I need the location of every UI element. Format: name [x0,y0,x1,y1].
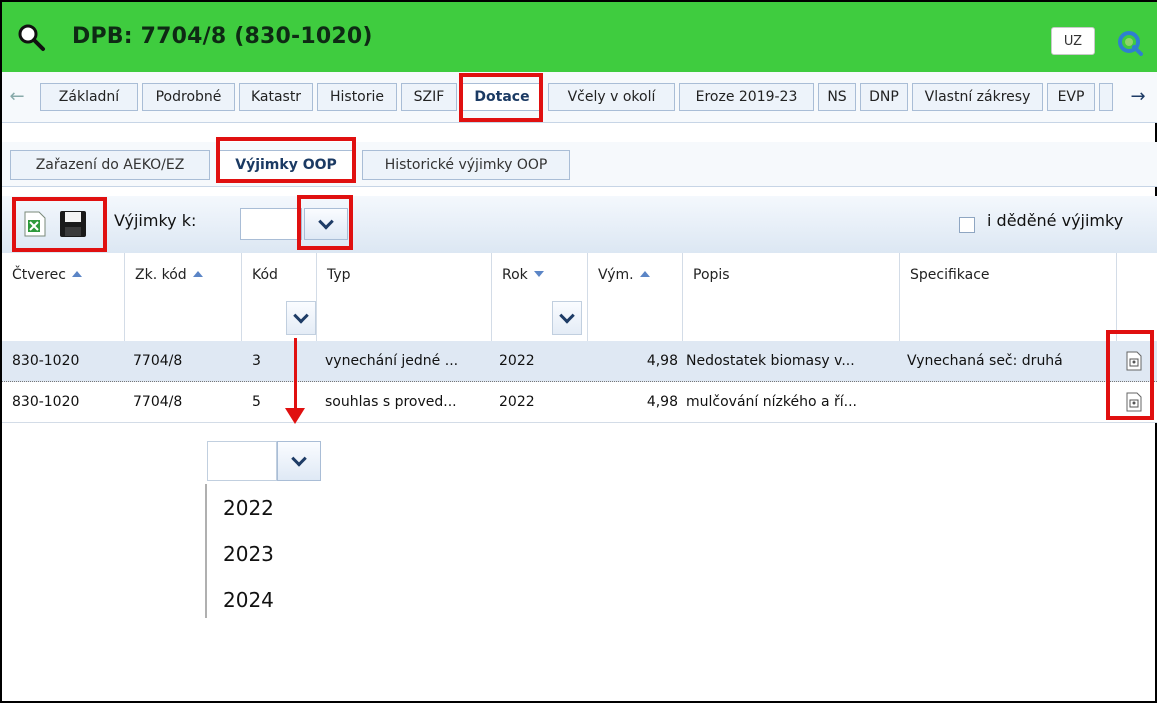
sort-ascending-icon [639,271,650,277]
cell-popis: mulčování nízkého a ří... [686,394,857,410]
tab-vlastni-zakresy[interactable]: Vlastní zákresy [912,83,1043,111]
tab-ns[interactable]: NS [818,83,856,111]
filter-kod[interactable] [242,297,317,341]
column-typ[interactable]: Typ [317,253,492,297]
column-rok[interactable]: Rok [492,253,588,297]
exceptions-for-label: Výjimky k: [114,211,197,230]
filter-rok-dropdown[interactable] [552,301,582,335]
cell-ctverec: 830-1020 [12,353,80,369]
filter-rok[interactable] [492,297,588,341]
page-title: DPB: 7704/8 (830-1020) [72,24,373,49]
refresh-icon[interactable] [1116,29,1144,57]
filter-ctverec[interactable] [2,297,125,341]
column-ctverec[interactable]: Čtverec [2,253,125,297]
sort-ascending-icon [192,271,203,277]
tab-eroze[interactable]: Eroze 2019-23 [679,83,814,111]
user-button[interactable]: UZ [1051,27,1095,55]
subtab-zarazeni[interactable]: Zařazení do AEKO/EZ [10,150,210,180]
year-dropdown-button-expanded[interactable] [277,441,321,481]
year-dropdown-input-expanded[interactable] [207,441,277,481]
highlight-vyjimky-subtab [216,137,356,183]
filter-popis[interactable] [683,297,900,341]
cell-ctverec: 830-1020 [12,394,80,410]
column-vym[interactable]: Vým. [588,253,683,297]
tab-szif[interactable]: SZIF [401,83,457,111]
tab-katastr[interactable]: Katastr [239,83,313,111]
annotation-arrow-head [285,408,305,424]
cell-typ: souhlas s proved... [325,394,457,410]
year-option-2022[interactable]: 2022 [223,496,274,520]
tab-historie[interactable]: Historie [317,83,397,111]
title-bar: DPB: 7704/8 (830-1020) UZ [2,2,1157,72]
cell-kod: 3 [252,353,261,369]
column-popis[interactable]: Popis [683,253,900,297]
column-specifikace[interactable]: Specifikace [900,253,1117,297]
subtab-historicke-vyjimky[interactable]: Historické výjimky OOP [362,150,570,180]
tab-scroll-left-icon[interactable]: ← [6,84,28,110]
cell-rok: 2022 [499,394,535,410]
filter-kod-dropdown[interactable] [286,301,316,335]
tab-vcely[interactable]: Včely v okolí [548,83,675,111]
toolbar: Výjimky k: i děděné výjimky [2,196,1157,254]
cell-rok: 2022 [499,353,535,369]
cell-typ: vynechání jedné ... [325,353,459,369]
table-row[interactable]: 830-1020 7704/8 5 souhlas s proved... 20… [2,382,1157,423]
tab-scroll-right-icon[interactable]: → [1127,84,1149,110]
cell-popis: Nedostatek biomasy v... [686,353,855,369]
tab-zakladni[interactable]: Základní [40,83,138,111]
filter-specifikace[interactable] [900,297,1117,341]
sort-ascending-icon [71,271,82,277]
cell-specifikace [907,382,1107,422]
sub-tab-bar: Zařazení do AEKO/EZ Výjimky OOP Historic… [2,142,1157,187]
grid-header: Čtverec Zk. kód Kód Typ Rok Vým. Popis S… [2,253,1157,298]
tab-overflow[interactable] [1099,83,1113,111]
year-option-2024[interactable]: 2024 [223,588,274,612]
filter-typ[interactable] [317,297,492,341]
chevron-down-icon [291,451,307,467]
table-row[interactable]: 830-1020 7704/8 3 vynechání jedné ... 20… [2,341,1157,382]
cell-zk-kod: 7704/8 [133,353,183,369]
year-option-2023[interactable]: 2023 [223,542,274,566]
inherited-exceptions-label: i děděné výjimky [987,211,1124,230]
year-select-input[interactable] [240,208,302,240]
cell-vym: 4,98 [646,353,678,369]
column-kod[interactable]: Kód [242,253,317,297]
tab-evp[interactable]: EVP [1047,83,1095,111]
cell-vym: 4,98 [646,394,678,410]
inherited-exceptions-checkbox[interactable] [959,217,975,233]
tab-dnp[interactable]: DNP [860,83,908,111]
search-icon[interactable] [16,22,46,52]
highlight-dotace-tab [459,73,543,122]
cell-zk-kod: 7704/8 [133,394,183,410]
chevron-down-icon [293,308,309,324]
chevron-down-icon [559,308,575,324]
filter-row [2,297,1157,342]
sort-descending-icon [533,271,544,277]
main-tab-bar: ← Základní Podrobné Katastr Historie SZI… [2,72,1157,123]
highlight-year-dropdown [297,195,353,250]
tab-podrobne[interactable]: Podrobné [142,83,235,111]
year-dropdown-list: 2022 2023 2024 [205,484,324,618]
column-zk-kod[interactable]: Zk. kód [125,253,242,297]
highlight-export-save [12,197,107,252]
filter-vym[interactable] [588,297,683,341]
annotation-arrow [294,338,297,416]
highlight-document-icons [1106,330,1154,420]
filter-zk-kod[interactable] [125,297,242,341]
cell-specifikace: Vynechaná seč: druhá [907,353,1063,369]
